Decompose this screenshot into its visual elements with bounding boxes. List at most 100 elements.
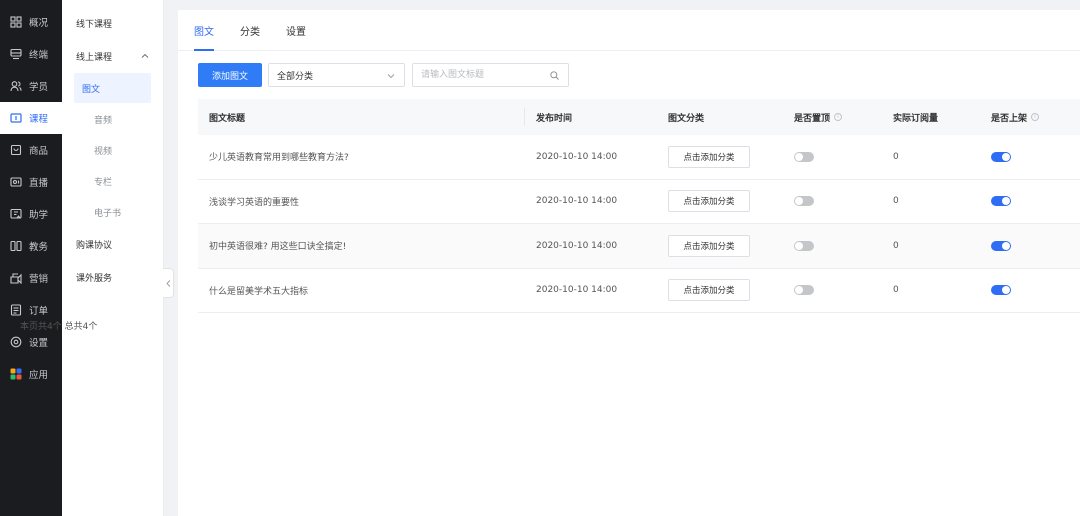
header-category: 图文分类	[668, 113, 705, 124]
nav-item-live[interactable]: 直播	[0, 166, 62, 198]
toggle-knob	[1002, 286, 1010, 295]
marketing-icon	[10, 272, 22, 284]
nav-item-study[interactable]: 助学	[0, 198, 62, 230]
sub-child-ebook[interactable]: 电子书	[74, 197, 151, 227]
toggle-knob	[1002, 152, 1010, 161]
sub-child-label: 专栏	[94, 177, 113, 188]
users-icon	[10, 80, 22, 92]
sub-child-article[interactable]: 图文	[74, 73, 151, 103]
table-row: 浅谈学习英语的重要性 2020-10-10 14:00 点击添加分类 0	[198, 180, 1080, 224]
nav-item-marketing[interactable]: 营销	[0, 262, 62, 294]
nav-label: 概况	[29, 18, 49, 29]
listed-toggle[interactable]	[991, 240, 1011, 251]
row-date: 2020-10-10 14:00	[536, 285, 618, 296]
nav-label: 订单	[29, 306, 49, 317]
nav-item-students[interactable]: 学员	[0, 70, 62, 102]
row-subscriptions: 0	[893, 196, 899, 207]
nav-label: 直播	[29, 178, 49, 189]
goods-icon	[10, 144, 22, 156]
sub-sidebar: 线下课程 线上课程 图文 音频 视频 专栏 电子书 购课协议 课外服务	[62, 0, 164, 516]
row-date: 2020-10-10 14:00	[536, 151, 618, 162]
header-pinned-label: 是否置顶	[794, 113, 831, 124]
live-icon	[10, 176, 22, 188]
tab-category[interactable]: 分类	[240, 23, 260, 50]
row-category-cell: 点击添加分类	[657, 234, 783, 257]
listed-toggle[interactable]	[991, 285, 1011, 296]
sub-item-purchase-agreement[interactable]: 购课协议	[62, 228, 163, 261]
toggle-knob	[1002, 197, 1010, 206]
search-input[interactable]	[413, 64, 543, 86]
pinned-toggle[interactable]	[794, 196, 814, 207]
sub-child-label: 图文	[82, 84, 101, 95]
article-table: 图文标题 发布时间 图文分类 是否置顶 i 实际订阅量 是否上架 i 少儿英语教…	[198, 99, 1080, 313]
add-category-button[interactable]: 点击添加分类	[668, 190, 750, 213]
chevron-up-icon	[141, 53, 149, 58]
row-pinned-cell	[783, 285, 882, 296]
page-count-text: 本页共4个 总共4个	[20, 322, 98, 332]
nav-item-overview[interactable]: 概况	[0, 6, 62, 38]
pinned-toggle[interactable]	[794, 285, 814, 296]
toolbar: 添加图文 全部分类	[198, 63, 569, 87]
chevron-down-icon	[387, 74, 395, 79]
study-icon	[10, 208, 22, 220]
row-title: 初中英语很难? 用这些口诀全搞定!	[209, 242, 347, 253]
pinned-toggle[interactable]	[794, 240, 814, 251]
nav-label: 商品	[29, 146, 49, 157]
add-category-button[interactable]: 点击添加分类	[668, 234, 750, 257]
chevron-left-icon	[165, 279, 170, 287]
sub-child-video[interactable]: 视频	[74, 135, 151, 165]
category-select-value: 全部分类	[277, 71, 314, 82]
toggle-knob	[795, 286, 803, 295]
sub-item-label: 线上课程	[76, 53, 113, 63]
row-listed-cell	[980, 285, 1080, 296]
sub-item-extra-service[interactable]: 课外服务	[62, 261, 163, 294]
tab-settings[interactable]: 设置	[286, 23, 306, 50]
sub-item-label: 课外服务	[76, 274, 113, 284]
sub-item-label: 线下课程	[76, 20, 113, 30]
table-row: 初中英语很难? 用这些口诀全搞定! 2020-10-10 14:00 点击添加分…	[198, 224, 1080, 269]
nav-item-goods[interactable]: 商品	[0, 134, 62, 166]
collapse-sidebar-button[interactable]	[163, 268, 174, 298]
sub-item-online-course[interactable]: 线上课程	[62, 40, 163, 73]
sub-child-audio[interactable]: 音频	[74, 104, 151, 134]
add-category-button[interactable]: 点击添加分类	[668, 145, 750, 168]
category-select[interactable]: 全部分类	[268, 63, 405, 87]
row-date: 2020-10-10 14:00	[536, 240, 618, 251]
sub-item-offline-course[interactable]: 线下课程	[62, 7, 163, 40]
table-row: 少儿英语教育常用到哪些教育方法? 2020-10-10 14:00 点击添加分类…	[198, 135, 1080, 180]
toggle-knob	[795, 241, 803, 250]
header-date: 发布时间	[536, 113, 573, 124]
listed-toggle[interactable]	[991, 196, 1011, 207]
row-category-cell: 点击添加分类	[657, 279, 783, 302]
row-pinned-cell	[783, 151, 882, 162]
pinned-toggle[interactable]	[794, 151, 814, 162]
search-icon[interactable]	[550, 71, 559, 80]
nav-label: 教务	[29, 242, 49, 253]
sub-child-column[interactable]: 专栏	[74, 166, 151, 196]
info-icon[interactable]: i	[1031, 113, 1040, 121]
tab-article[interactable]: 图文	[194, 23, 214, 51]
row-title: 浅谈学习英语的重要性	[209, 197, 300, 208]
terminal-icon	[10, 48, 22, 60]
row-date: 2020-10-10 14:00	[536, 196, 618, 207]
tab-bar: 图文 分类 设置	[178, 10, 1080, 51]
toggle-knob	[795, 197, 803, 206]
add-article-button[interactable]: 添加图文	[198, 63, 262, 87]
nav-label: 助学	[29, 210, 49, 221]
nav-item-terminal[interactable]: 终端	[0, 38, 62, 70]
row-category-cell: 点击添加分类	[657, 190, 783, 213]
nav-item-course[interactable]: 课程	[0, 102, 62, 134]
add-category-button[interactable]: 点击添加分类	[668, 279, 750, 302]
settings-icon	[10, 336, 22, 348]
toggle-knob	[795, 152, 803, 161]
info-icon[interactable]: i	[834, 113, 843, 121]
header-title: 图文标题	[198, 108, 525, 126]
listed-toggle[interactable]	[991, 151, 1011, 162]
row-pinned-cell	[783, 240, 882, 251]
nav-item-academic[interactable]: 教务	[0, 230, 62, 262]
nav-label: 应用	[29, 370, 49, 381]
table-header: 图文标题 发布时间 图文分类 是否置顶 i 实际订阅量 是否上架 i	[198, 99, 1080, 135]
nav-label: 设置	[29, 338, 49, 349]
nav-item-apps[interactable]: 应用	[0, 358, 62, 390]
sub-child-label: 电子书	[94, 208, 122, 219]
